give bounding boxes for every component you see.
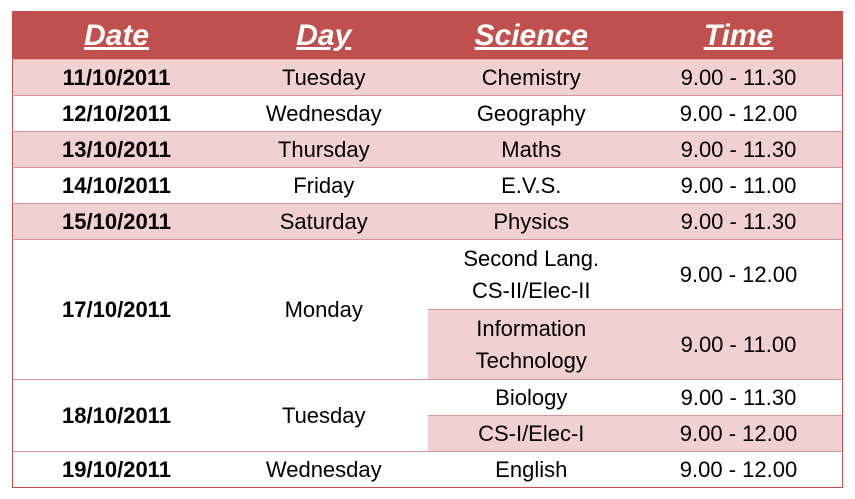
science-cell: Maths	[427, 131, 635, 168]
day-cell: Thursday	[220, 131, 428, 168]
science-cell: Information Technology	[427, 309, 635, 380]
science-cell: CS-I/Elec-I	[427, 415, 635, 452]
date-cell: 13/10/2011	[12, 131, 220, 168]
date-cell: 14/10/2011	[12, 167, 220, 204]
table-row: 18/10/2011 Tuesday Biology 9.00 - 11.30	[12, 379, 843, 452]
exam-timetable: Date Day Science Time 11/10/2011 Tuesday…	[12, 11, 843, 488]
time-cell: 9.00 - 11.30	[635, 203, 843, 240]
time-cell: 9.00 - 12.00	[635, 239, 843, 310]
table-row: 13/10/2011 Thursday Maths 9.00 - 11.30	[12, 131, 843, 168]
table-row: 14/10/2011 Friday E.V.S. 9.00 - 11.00	[12, 167, 843, 204]
day-cell: Wednesday	[220, 451, 428, 488]
date-cell: 15/10/2011	[12, 203, 220, 240]
science-cell: Geography	[427, 95, 635, 132]
science-cell: Chemistry	[427, 59, 635, 96]
science-cell: E.V.S.	[427, 167, 635, 204]
science-line: Second Lang.	[463, 245, 600, 271]
date-cell: 19/10/2011	[12, 451, 220, 488]
time-cell: 9.00 - 12.00	[635, 415, 843, 452]
date-cell: 11/10/2011	[12, 59, 220, 96]
day-cell: Tuesday	[220, 379, 428, 452]
science-line: CS-II/Elec-II	[471, 277, 591, 303]
science-line: Technology	[475, 347, 587, 373]
day-cell: Tuesday	[220, 59, 428, 96]
time-cell: 9.00 - 11.00	[635, 167, 843, 204]
day-cell: Friday	[220, 167, 428, 204]
date-cell: 17/10/2011	[12, 239, 220, 380]
table-row: 17/10/2011 Monday Second Lang. CS-II/Elec…	[12, 239, 843, 380]
time-cell: 9.00 - 11.30	[635, 379, 843, 416]
header-science: Science	[427, 11, 635, 60]
science-cell: Biology	[427, 379, 635, 416]
science-line: Information	[476, 315, 587, 341]
header-day: Day	[220, 11, 428, 60]
day-cell: Monday	[220, 239, 428, 380]
time-cell: 9.00 - 11.00	[635, 309, 843, 380]
header-time: Time	[635, 11, 843, 60]
time-cell: 9.00 - 12.00	[635, 95, 843, 132]
table-row: 19/10/2011 Wednesday English 9.00 - 12.0…	[12, 451, 843, 488]
table-row: 15/10/2011 Saturday Physics 9.00 - 11.30	[12, 203, 843, 240]
science-cell: Second Lang. CS-II/Elec-II	[427, 239, 635, 310]
day-cell: Saturday	[220, 203, 428, 240]
time-cell: 9.00 - 11.30	[635, 131, 843, 168]
date-cell: 12/10/2011	[12, 95, 220, 132]
date-cell: 18/10/2011	[12, 379, 220, 452]
science-cell: Physics	[427, 203, 635, 240]
table-row: 12/10/2011 Wednesday Geography 9.00 - 12…	[12, 95, 843, 132]
time-cell: 9.00 - 12.00	[635, 451, 843, 488]
header-date: Date	[12, 11, 220, 60]
day-cell: Wednesday	[220, 95, 428, 132]
science-cell: English	[427, 451, 635, 488]
header-row: Date Day Science Time	[12, 11, 843, 60]
time-cell: 9.00 - 11.30	[635, 59, 843, 96]
table-row: 11/10/2011 Tuesday Chemistry 9.00 - 11.3…	[12, 59, 843, 96]
